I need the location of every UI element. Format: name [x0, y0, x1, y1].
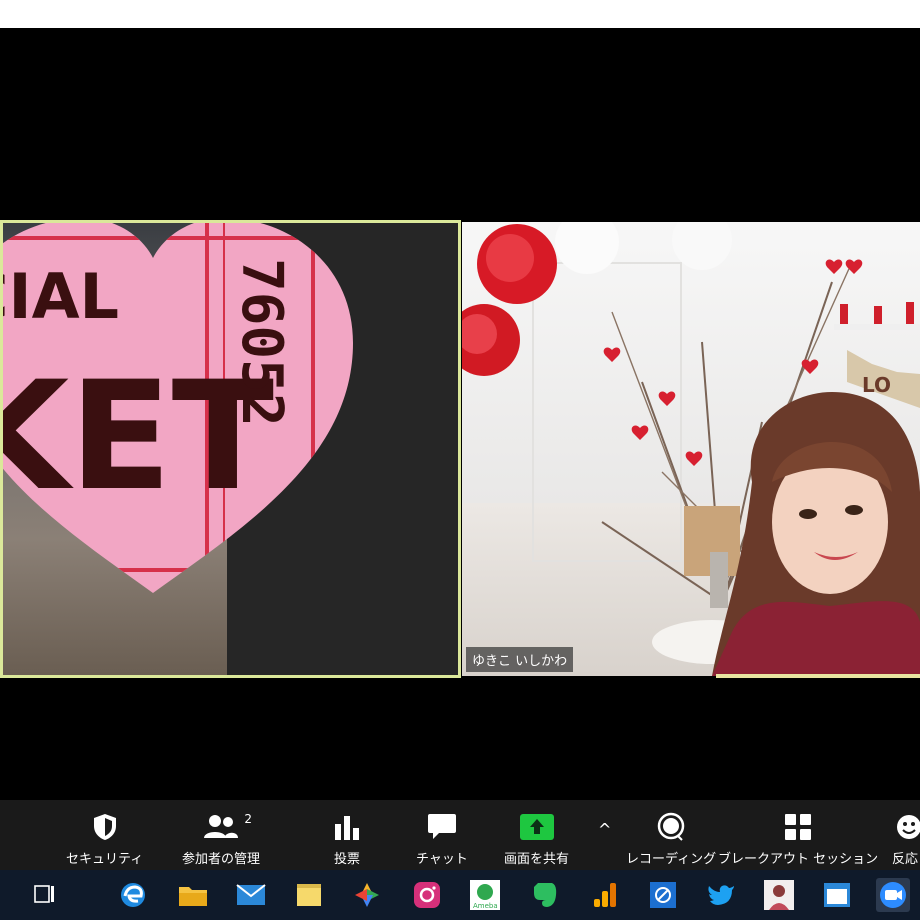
- instagram-icon[interactable]: [410, 878, 444, 912]
- windows-taskbar: Ameba: [0, 870, 920, 920]
- video-tile-right[interactable]: LO ゆきこ いしかわ: [462, 222, 920, 676]
- photos-icon[interactable]: [350, 878, 384, 912]
- polls-button[interactable]: 投票: [330, 810, 364, 867]
- security-button[interactable]: セキュリティ: [66, 810, 143, 867]
- share-label: 画面を共有: [504, 852, 570, 867]
- chat-label: チャット: [416, 852, 468, 867]
- evernote-icon[interactable]: [528, 878, 562, 912]
- participants-label: 参加者の管理: [182, 852, 261, 867]
- profile-photo-icon[interactable]: [762, 878, 796, 912]
- grid-icon: [781, 810, 815, 844]
- analytics-icon[interactable]: [588, 878, 622, 912]
- record-icon: [654, 810, 688, 844]
- record-label: レコーディング: [626, 852, 717, 867]
- bar-chart-icon: [330, 810, 364, 844]
- breakout-label: ブレークアウト セッション: [718, 852, 879, 867]
- participants-button[interactable]: 2 参加者の管理: [182, 810, 260, 867]
- participants-count: 2: [244, 812, 252, 826]
- share-options-caret-icon[interactable]: ^: [598, 820, 611, 839]
- mail-icon[interactable]: [234, 878, 268, 912]
- share-screen-button[interactable]: 画面を共有: [504, 810, 569, 867]
- file-explorer-icon[interactable]: [176, 878, 210, 912]
- ameba-icon[interactable]: Ameba: [468, 878, 502, 912]
- edge-icon[interactable]: [116, 878, 150, 912]
- chat-button[interactable]: チャット: [416, 810, 468, 867]
- app-icon[interactable]: [646, 878, 680, 912]
- active-speaker-border: [716, 674, 920, 678]
- security-label: セキュリティ: [66, 852, 144, 867]
- ticket-number: 76052: [229, 258, 294, 427]
- ticket-text-top: CIAL: [0, 260, 119, 333]
- ticket-heart-overlay: CIAL KET 76052 ou: [0, 223, 353, 593]
- twitter-icon[interactable]: [704, 878, 738, 912]
- participant-name-tag: ゆきこ いしかわ: [466, 647, 574, 672]
- meeting-toolbar: セキュリティ 2 参加者の管理 投票 チャット 画面を共有 レコーディング ブレ…: [0, 800, 920, 870]
- participants-icon: 2: [204, 810, 252, 844]
- video-tile-left[interactable]: CIAL KET 76052 ou: [0, 220, 461, 678]
- breakout-button[interactable]: ブレークアウト セッション: [718, 810, 878, 867]
- polls-label: 投票: [333, 852, 360, 867]
- share-arrow-icon: [519, 810, 554, 844]
- window-icon[interactable]: [820, 878, 854, 912]
- participant-video: [712, 392, 920, 676]
- reactions-label: 反応: [892, 852, 919, 867]
- task-view-icon[interactable]: [28, 878, 62, 912]
- record-button[interactable]: レコーディング: [626, 810, 716, 867]
- chat-bubble-icon: [425, 810, 459, 844]
- svg-text:Ameba: Ameba: [473, 902, 498, 910]
- reactions-button[interactable]: 反応: [892, 810, 920, 867]
- shield-icon: [88, 810, 122, 844]
- svg-text:ou: ou: [13, 525, 45, 555]
- sticky-notes-icon[interactable]: [292, 878, 326, 912]
- window-top-bar: [0, 0, 920, 28]
- smiley-icon: [892, 810, 920, 844]
- zoom-icon[interactable]: [876, 878, 910, 912]
